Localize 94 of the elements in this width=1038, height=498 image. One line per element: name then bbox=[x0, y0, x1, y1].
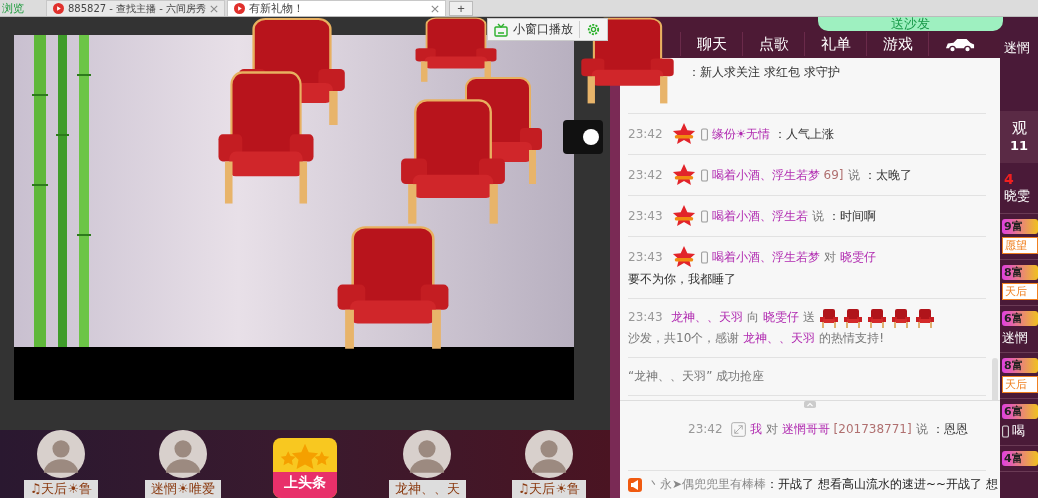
toggle-switch[interactable] bbox=[563, 120, 603, 154]
username-link[interactable]: 龙神、、天羽 bbox=[670, 307, 743, 328]
username-link[interactable]: 晓雯仔 bbox=[839, 246, 876, 268]
username-ribbon: ♫天后☀鲁 bbox=[511, 480, 587, 498]
sofa-icon bbox=[866, 307, 887, 328]
message-text: 的热情支持! bbox=[819, 330, 885, 347]
message-text: 说 bbox=[847, 166, 860, 184]
timestamp: 23:42 bbox=[688, 421, 723, 438]
message-text: 说 bbox=[811, 207, 824, 225]
title-tag: 天后 bbox=[1002, 283, 1038, 300]
username-text: 喝 bbox=[1012, 422, 1025, 440]
cloud-banner: 送沙发 bbox=[818, 17, 1003, 31]
timestamp: 23:43 bbox=[628, 207, 663, 225]
chat-tab[interactable]: 点歌 bbox=[742, 32, 804, 56]
collapse-handle-icon[interactable] bbox=[804, 401, 816, 408]
username-link[interactable]: 迷惘哥哥 bbox=[781, 419, 830, 440]
settings-icon[interactable] bbox=[586, 22, 601, 37]
message-text: ：恩恩 bbox=[931, 421, 968, 438]
username-link[interactable]: 我 bbox=[749, 419, 762, 440]
chat-tab[interactable]: 聊天 bbox=[680, 32, 742, 56]
level-badge: 8富 bbox=[1002, 265, 1038, 280]
sofa-icon bbox=[914, 307, 935, 328]
close-icon[interactable] bbox=[431, 4, 440, 13]
username-link[interactable]: 晓雯仔 bbox=[762, 307, 799, 328]
phone-icon bbox=[700, 127, 708, 141]
phone-icon bbox=[1002, 424, 1009, 438]
username-ribbon: 龙神、、天 bbox=[388, 480, 466, 498]
title-tag: 天后 bbox=[1002, 376, 1038, 393]
username-link[interactable]: 喝着小酒、浮生若 bbox=[711, 205, 808, 227]
username-link[interactable]: 喝着小酒、浮生若梦 bbox=[711, 164, 820, 186]
avatar-icon[interactable] bbox=[37, 430, 85, 478]
level-badge: 6富 bbox=[1002, 311, 1038, 326]
avatar-icon[interactable] bbox=[525, 430, 573, 478]
star-icon bbox=[670, 204, 697, 228]
megaphone-icon bbox=[628, 477, 642, 492]
user-id-text: [201738771] bbox=[833, 421, 912, 438]
broadcast-text: 丶永➤偶兜兜里有棒棒：开战了 想看高山流水的速进~~开战了 想 bbox=[648, 476, 998, 493]
sofa-icon bbox=[818, 307, 839, 328]
level-badge: 4富 bbox=[1002, 451, 1038, 466]
message-text: 送 bbox=[802, 309, 815, 326]
mini-player-button[interactable]: 小窗口播放 bbox=[494, 21, 580, 38]
star-icon bbox=[670, 163, 697, 187]
timestamp: 23:43 bbox=[628, 248, 663, 266]
username-text: 迷惘 bbox=[1003, 39, 1031, 57]
avatar-icon[interactable] bbox=[403, 430, 451, 478]
level-badge: 8富 bbox=[1002, 358, 1038, 373]
title-tag: 愿望 bbox=[1002, 237, 1038, 254]
username-ribbon: 迷惘☀唯爱 bbox=[145, 480, 221, 498]
chat-tab[interactable]: 游戏 bbox=[866, 32, 928, 56]
avatar-icon[interactable] bbox=[159, 430, 207, 478]
message-text: 说 bbox=[915, 421, 928, 438]
message-text: “龙神、、天羽” 成功抢座 bbox=[628, 368, 765, 385]
phone-icon bbox=[700, 250, 708, 264]
timestamp: 23:42 bbox=[628, 125, 663, 143]
viewers-tab[interactable]: 观 bbox=[1011, 119, 1027, 138]
star-icon bbox=[670, 122, 697, 146]
username-link[interactable]: 龙神、、天羽 bbox=[743, 328, 816, 349]
message-text: 沙发，共10个，感谢 bbox=[628, 330, 740, 347]
sofa-icon bbox=[890, 307, 911, 328]
chat-tab[interactable]: 礼单 bbox=[804, 32, 866, 56]
message-text: 对 bbox=[765, 421, 778, 438]
browser-tab[interactable]: 885827 - 查找主播 - 六间房秀 bbox=[46, 0, 226, 16]
message-text: 要不为你，我都睡了 bbox=[628, 271, 736, 288]
username-ribbon: ♫天后☀鲁 bbox=[23, 480, 99, 498]
level-badge: 6富 bbox=[1002, 404, 1038, 419]
timestamp: 23:42 bbox=[628, 166, 663, 184]
message-text: 向 bbox=[746, 309, 759, 326]
phone-icon bbox=[700, 168, 708, 182]
level-badge: 9富 bbox=[1002, 219, 1038, 234]
timestamp: 23:43 bbox=[628, 309, 663, 326]
message-text: ：时间啊 bbox=[827, 207, 876, 225]
close-icon[interactable] bbox=[210, 4, 219, 13]
username-text: 晓雯 bbox=[1004, 187, 1031, 205]
message-text: ：新人求关注 求红包 求守护 bbox=[688, 64, 840, 81]
message-text: 对 bbox=[823, 248, 836, 266]
browser-tab[interactable]: 有新礼物！ bbox=[227, 0, 447, 16]
username-text: 迷惘 bbox=[1002, 329, 1029, 347]
play-icon bbox=[234, 3, 246, 14]
tv-icon bbox=[494, 22, 508, 37]
car-icon[interactable] bbox=[944, 36, 976, 52]
headline-badge[interactable]: 上头条 bbox=[273, 438, 337, 498]
new-tab-button[interactable]: + bbox=[449, 1, 474, 16]
rank-number: 4 bbox=[1004, 171, 1015, 187]
username-link[interactable]: 缘份☀无情 bbox=[711, 123, 771, 145]
star-icon bbox=[670, 245, 697, 269]
play-icon bbox=[53, 3, 64, 14]
username-link[interactable]: 喝着小酒、浮生若梦 bbox=[711, 246, 820, 268]
message-text: ：太晚了 bbox=[863, 166, 912, 184]
phone-icon bbox=[700, 209, 708, 223]
message-text: ：人气上涨 bbox=[774, 125, 835, 143]
user-id-text: 69] bbox=[823, 166, 844, 184]
viewer-count: 11 bbox=[1009, 138, 1029, 153]
expand-icon bbox=[730, 422, 746, 437]
sofa-icon bbox=[842, 307, 863, 328]
